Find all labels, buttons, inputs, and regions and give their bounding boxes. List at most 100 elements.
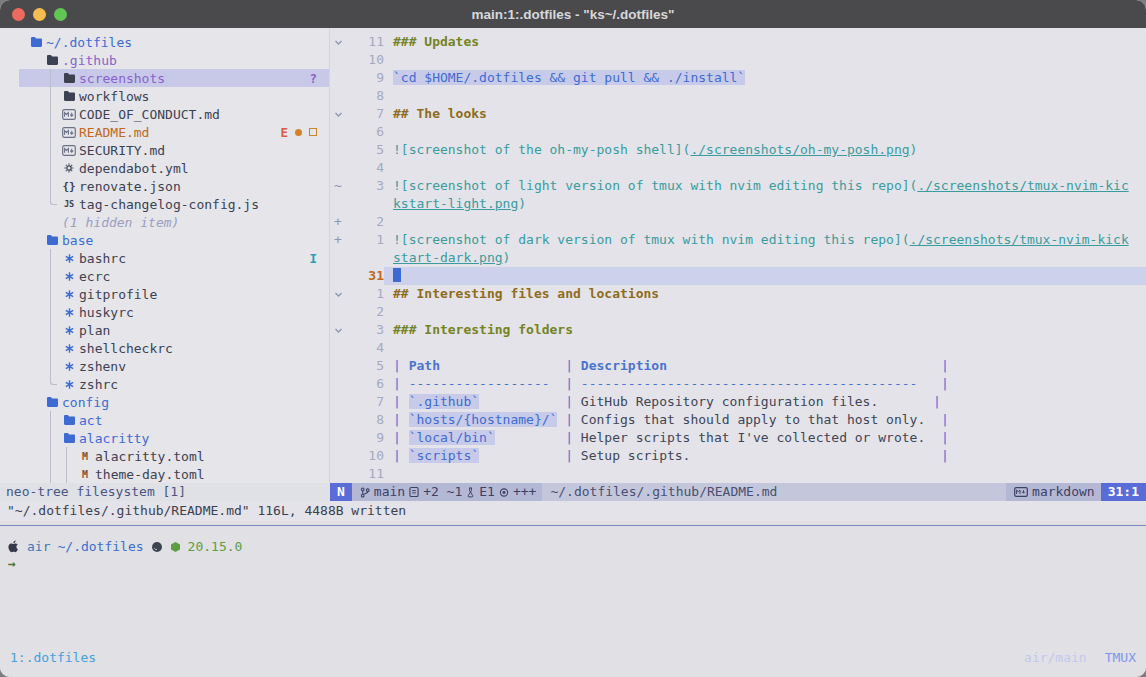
editor-gutter: 31 [330, 267, 384, 285]
fold-marker [330, 411, 346, 429]
folder-icon [45, 51, 59, 69]
editor-line[interactable]: 11 [330, 465, 1146, 483]
editor-gutter: 5 [330, 141, 384, 159]
tree-item--1-hidden-item-[interactable]: (1 hidden item) [0, 213, 329, 231]
minimize-button[interactable] [33, 8, 46, 21]
editor-gutter: 8 [330, 411, 384, 429]
editor-line-text: | `scripts` | Setup scripts. | [384, 447, 1146, 465]
editor-line-text: ### Interesting folders [384, 321, 1146, 339]
tmux-statusbar: 1:.dotfiles air/main TMUX [0, 650, 1146, 665]
md-icon [62, 141, 76, 159]
editor-line[interactable]: 5![screenshot of the oh-my-posh shell](.… [330, 141, 1146, 159]
editor-line-text [384, 159, 1146, 177]
editor-line[interactable]: 8 [330, 87, 1146, 105]
editor-line[interactable]: 11### Updates [330, 33, 1146, 51]
tree-item-label: theme-day.toml [95, 467, 205, 482]
line-number: 11 [346, 33, 384, 51]
editor-gutter: 6 [330, 123, 384, 141]
editor-gutter: 4 [330, 159, 384, 177]
filetype-label: markdown [1032, 483, 1095, 501]
tree-item-label: screenshots [79, 71, 165, 86]
line-number: 8 [346, 411, 384, 429]
editor-line[interactable]: 10| `scripts` | Setup scripts. | [330, 447, 1146, 465]
fold-marker: + [330, 231, 346, 249]
editor-line[interactable]: 5| Path | Description | [330, 357, 1146, 375]
tree-item--dotfiles[interactable]: ~/.dotfiles [0, 33, 329, 51]
editor-line[interactable]: 4 [330, 339, 1146, 357]
shell-pane[interactable]: air ~/.dotfiles 20.15.0 → 1:.dotfiles ai… [0, 521, 1146, 677]
editor-gutter: 10 [330, 447, 384, 465]
tree-item-base[interactable]: base [0, 231, 329, 249]
mode-indicator: N [330, 483, 352, 501]
line-number: 4 [346, 159, 384, 177]
editor-gutter: 6 [330, 375, 384, 393]
git-branch: main [374, 483, 405, 501]
neo-tree-sidebar[interactable]: ~/.dotfiles.githubscreenshots?workflowsC… [0, 28, 330, 483]
ast-icon [62, 267, 76, 285]
close-button[interactable] [12, 8, 25, 21]
line-number [346, 249, 384, 267]
editor-line[interactable]: 7## The looks [330, 105, 1146, 123]
braces-icon: {} [62, 177, 76, 195]
editor-line[interactable]: 3### Interesting folders [330, 321, 1146, 339]
titlebar: main:1:.dotfiles - "ks~/.dotfiles" [0, 0, 1146, 28]
line-number: 5 [346, 357, 384, 375]
js-icon: JS [62, 195, 76, 213]
prompt-arrow[interactable]: → [8, 556, 1146, 575]
tree-item-label: renovate.json [79, 179, 181, 194]
statusline-extra: +++ [513, 483, 536, 501]
editor-line-text: | `.github` | GitHub Repository configur… [384, 393, 1146, 411]
line-number: 8 [346, 87, 384, 105]
editor-line[interactable]: 8| `hosts/{hostname}/` | Configs that sh… [330, 411, 1146, 429]
editor-line[interactable]: 31 [330, 267, 1146, 285]
editor-line[interactable]: 4 [330, 159, 1146, 177]
ast-icon [62, 375, 76, 393]
editor-gutter: 5 [330, 357, 384, 375]
editor-gutter: 8 [330, 87, 384, 105]
tree-indent-guide [66, 447, 73, 483]
editor-line-text: | `hosts/{hostname}/` | Configs that sho… [384, 411, 1146, 429]
editor-line[interactable]: start-dark.png) [330, 249, 1146, 267]
gear-icon [62, 159, 76, 177]
editor-line[interactable]: 2 [330, 303, 1146, 321]
tree-item-config[interactable]: config [0, 393, 329, 411]
editor-line[interactable]: kstart-light.png) [330, 195, 1146, 213]
fold-marker [330, 465, 346, 483]
editor-line-text: ## Interesting files and locations [384, 285, 1146, 303]
editor-line-text: ![screenshot of the oh-my-posh shell](./… [384, 141, 1146, 159]
editor-line[interactable]: +1![screenshot of dark version of tmux w… [330, 231, 1146, 249]
buffer-icon [409, 486, 419, 498]
line-number: 2 [346, 303, 384, 321]
fold-marker [330, 69, 346, 87]
line-number [346, 195, 384, 213]
folder-icon [45, 231, 59, 249]
zoom-button[interactable] [54, 8, 67, 21]
prompt-host: air [27, 539, 50, 554]
editor-line[interactable]: 7| `.github` | GitHub Repository configu… [330, 393, 1146, 411]
editor-line[interactable]: 1## Interesting files and locations [330, 285, 1146, 303]
editor-line-text [384, 303, 1146, 321]
editor-line[interactable]: 6| ------------------ | ----------------… [330, 375, 1146, 393]
line-number: 10 [346, 447, 384, 465]
tree-item-label: config [62, 395, 109, 410]
line-number: 9 [346, 69, 384, 87]
editor-line-text: | `local/bin` | Helper scripts that I've… [384, 429, 1146, 447]
editor-line[interactable]: 9| `local/bin` | Helper scripts that I'v… [330, 429, 1146, 447]
editor-line-text: ## The looks [384, 105, 1146, 123]
editor-line[interactable]: 10 [330, 51, 1146, 69]
fold-marker [330, 249, 346, 267]
tree-item--github[interactable]: .github [0, 51, 329, 69]
editor-line[interactable]: +2 [330, 213, 1146, 231]
fold-marker [330, 141, 346, 159]
tree-item-label: zshrc [79, 377, 118, 392]
editor-line[interactable]: 6 [330, 123, 1146, 141]
editor-line[interactable]: 9`cd $HOME/.dotfiles && git pull && ./in… [330, 69, 1146, 87]
tree-item-label: ecrc [79, 269, 110, 284]
tree-item-label: huskyrc [79, 305, 134, 320]
tmux-window-name[interactable]: 1:.dotfiles [10, 650, 96, 665]
editor-line-text [384, 123, 1146, 141]
tree-item-label: SECURITY.md [79, 143, 165, 158]
editor-pane[interactable]: 11### Updates109`cd $HOME/.dotfiles && g… [330, 28, 1146, 483]
editor-line[interactable]: ~3![screenshot of light version of tmux … [330, 177, 1146, 195]
fold-marker: + [330, 213, 346, 231]
